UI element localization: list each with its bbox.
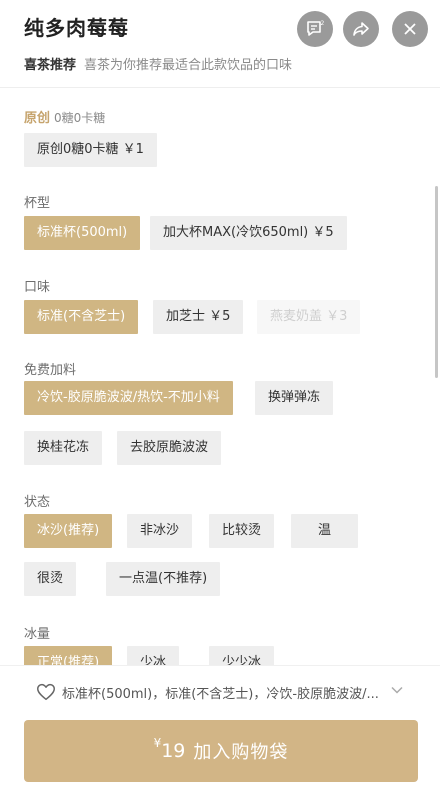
section-title-flavor: 口味 xyxy=(24,280,51,295)
option-original-0[interactable]: 原创0糖0卡糖 ￥1 xyxy=(24,133,157,167)
option-ice-much-less[interactable]: 少少冰 xyxy=(209,646,275,665)
section-title-state: 状态 xyxy=(24,495,51,510)
option-topping-default[interactable]: 冷饮-胶原脆波波/热饮-不加小料 xyxy=(24,381,233,415)
option-ice-less[interactable]: 少冰 xyxy=(127,646,180,665)
option-state-non-slush[interactable]: 非冰沙 xyxy=(127,514,193,548)
option-topping-bouncy-jelly[interactable]: 换弹弹冻 xyxy=(255,381,334,415)
add-to-bag-label: 加入购物袋 xyxy=(193,742,289,763)
section-original-subtitle: 0糖0卡糖 xyxy=(54,111,106,125)
options-scroll-area[interactable]: 原创 0糖0卡糖 原创0糖0卡糖 ￥1 杯型 标准杯(500ml) 加大杯MAX(… xyxy=(0,88,440,665)
option-ice-normal[interactable]: 正常(推荐) xyxy=(24,646,113,665)
option-flavor-standard[interactable]: 标准(不含芝士) xyxy=(24,300,139,334)
option-state-warm[interactable]: 温 xyxy=(291,514,359,548)
close-icon xyxy=(404,23,416,35)
add-to-bag-button[interactable]: ¥19 加入购物袋 xyxy=(24,720,418,782)
selection-summary: 标准杯(500ml)，标准(不含芝士)，冷饮-胶原脆波波/... xyxy=(62,687,379,702)
chevron-down-icon[interactable] xyxy=(390,683,404,697)
price: 19 xyxy=(161,740,186,762)
option-topping-osmanthus-jelly[interactable]: 换桂花冻 xyxy=(24,431,103,465)
close-button[interactable] xyxy=(392,11,428,47)
heart-icon[interactable] xyxy=(35,681,57,703)
section-title-toppings: 免费加料 xyxy=(24,363,77,378)
share-button[interactable] xyxy=(343,11,379,47)
section-title-ice: 冰量 xyxy=(24,627,51,642)
option-state-hot[interactable]: 比较烫 xyxy=(209,514,275,548)
recommendation: 喜茶推荐 喜茶为你推荐最适合此款饮品的口味 xyxy=(24,54,292,73)
comment-badge: 2 xyxy=(321,20,325,27)
option-flavor-cheese[interactable]: 加芝士 ￥5 xyxy=(153,300,244,334)
option-state-slush[interactable]: 冰沙(推荐) xyxy=(24,514,113,548)
currency-symbol: ¥ xyxy=(153,736,162,750)
product-title: 纯多肉莓莓 xyxy=(24,16,129,40)
option-cup-standard[interactable]: 标准杯(500ml) xyxy=(24,216,141,250)
option-flavor-oat-cap: 燕麦奶盖 ￥3 xyxy=(257,300,361,334)
share-icon xyxy=(353,22,369,36)
option-topping-remove[interactable]: 去胶原脆波波 xyxy=(117,431,222,465)
section-original-label: 原创 xyxy=(24,111,51,126)
option-state-slightly-warm[interactable]: 一点温(不推荐) xyxy=(106,562,221,596)
recommendation-desc: 喜茶为你推荐最适合此款饮品的口味 xyxy=(84,58,293,73)
section-title-cup: 杯型 xyxy=(24,196,51,211)
option-cup-max[interactable]: 加大杯MAX(冷饮650ml) ￥5 xyxy=(150,216,347,250)
scrollbar[interactable] xyxy=(435,186,438,378)
bottom-bar: 标准杯(500ml)，标准(不含芝士)，冷饮-胶原脆波波/... ¥19 加入购物… xyxy=(0,665,440,791)
recommendation-tag: 喜茶推荐 xyxy=(24,58,77,73)
comment-icon: 2 xyxy=(307,20,325,36)
option-state-very-hot[interactable]: 很烫 xyxy=(24,562,77,596)
section-title-original: 原创 0糖0卡糖 xyxy=(24,107,105,126)
header: 纯多肉莓莓 2 喜茶推荐 喜茶为你推荐最适合此款饮品的口味 xyxy=(0,0,440,88)
comment-button[interactable]: 2 xyxy=(297,11,333,47)
